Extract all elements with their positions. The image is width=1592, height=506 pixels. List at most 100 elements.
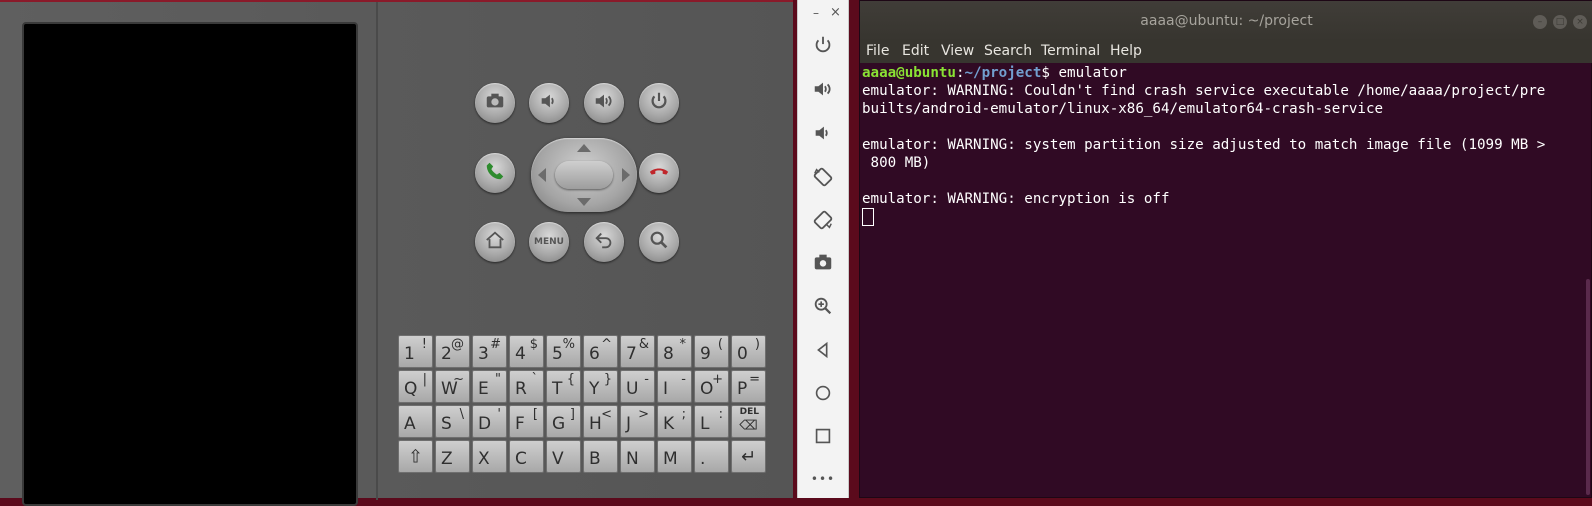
key-5[interactable]: 5% bbox=[546, 335, 581, 368]
key-label: I bbox=[663, 379, 669, 399]
key-l[interactable]: L: bbox=[694, 405, 729, 438]
key-d[interactable]: D ' bbox=[472, 405, 507, 438]
key-c[interactable]: C bbox=[509, 440, 544, 473]
key-label: 6 bbox=[589, 344, 600, 364]
key-1[interactable]: 1! bbox=[398, 335, 433, 368]
back-icon[interactable] bbox=[811, 338, 835, 362]
volume-down-icon[interactable] bbox=[811, 121, 835, 145]
home-icon[interactable] bbox=[811, 381, 835, 405]
key-k[interactable]: K; bbox=[657, 405, 692, 438]
key-label: A bbox=[404, 414, 416, 434]
rotate-right-icon[interactable] bbox=[811, 208, 835, 232]
minimize-icon[interactable]: – bbox=[1533, 15, 1547, 29]
dpad-up-icon[interactable] bbox=[577, 144, 591, 152]
key-n[interactable]: N bbox=[620, 440, 655, 473]
key-4[interactable]: 4 $ bbox=[509, 335, 544, 368]
back-button[interactable] bbox=[584, 222, 624, 262]
key-r[interactable]: R ` bbox=[509, 370, 544, 403]
menu-view[interactable]: View bbox=[941, 43, 974, 59]
enter-icon: ↵ bbox=[740, 446, 757, 467]
key-label: C bbox=[515, 449, 527, 469]
key-alt-label: ' bbox=[497, 407, 501, 422]
key-period[interactable]: . bbox=[694, 440, 729, 473]
terminal-titlebar[interactable]: aaaa@ubuntu: ~/project – □ × bbox=[860, 1, 1592, 41]
key-b[interactable]: B bbox=[583, 440, 618, 473]
maximize-icon[interactable]: □ bbox=[1553, 15, 1567, 29]
more-icon[interactable]: ••• bbox=[811, 467, 835, 491]
key-h[interactable]: H < bbox=[583, 405, 618, 438]
dpad[interactable] bbox=[531, 138, 637, 212]
dpad-center-button[interactable] bbox=[555, 161, 613, 189]
key-o[interactable]: O + bbox=[694, 370, 729, 403]
camera-button[interactable] bbox=[475, 83, 515, 123]
menu-file[interactable]: File bbox=[866, 43, 889, 59]
toolbar-minimize-button[interactable]: – bbox=[813, 6, 819, 20]
terminal-scrollbar[interactable] bbox=[1586, 279, 1590, 495]
key-alt-label: : bbox=[718, 407, 723, 422]
keyboard-row: Q | W ~ E " R ` T{Y} U - I - O + P = bbox=[398, 370, 770, 403]
key-w[interactable]: W ~ bbox=[435, 370, 470, 403]
dpad-down-icon[interactable] bbox=[577, 198, 591, 206]
rotate-left-icon[interactable] bbox=[811, 165, 835, 189]
key-y[interactable]: Y} bbox=[583, 370, 618, 403]
key-7[interactable]: 7 & bbox=[620, 335, 655, 368]
key-j[interactable]: J > bbox=[620, 405, 655, 438]
key-enter[interactable]: ↵ bbox=[731, 440, 766, 473]
key-v[interactable]: V bbox=[546, 440, 581, 473]
dpad-right-icon[interactable] bbox=[622, 168, 630, 182]
toolbar-close-button[interactable]: × bbox=[830, 5, 841, 20]
key-label: U bbox=[626, 379, 639, 399]
key-e[interactable]: E " bbox=[472, 370, 507, 403]
key-shift[interactable]: ⇧ bbox=[398, 440, 433, 473]
volume-up-icon[interactable] bbox=[811, 77, 835, 101]
dpad-left-icon[interactable] bbox=[538, 168, 546, 182]
home-button[interactable] bbox=[475, 222, 515, 262]
key-m[interactable]: M bbox=[657, 440, 692, 473]
key-t[interactable]: T{ bbox=[546, 370, 581, 403]
key-del[interactable]: DEL ⌫ bbox=[731, 405, 766, 438]
key-i[interactable]: I- bbox=[657, 370, 692, 403]
prompt-line: aaaa@ubuntu:~/project$ emulator bbox=[862, 65, 1127, 81]
power-button[interactable] bbox=[639, 83, 679, 123]
key-s[interactable]: S \ bbox=[435, 405, 470, 438]
end-call-button[interactable] bbox=[639, 153, 679, 193]
volume-up-button[interactable] bbox=[584, 83, 624, 123]
key-9[interactable]: 9( bbox=[694, 335, 729, 368]
overview-icon[interactable] bbox=[811, 424, 835, 448]
menu-search[interactable]: Search bbox=[984, 43, 1032, 59]
key-0[interactable]: 0) bbox=[731, 335, 766, 368]
screenshot-icon[interactable] bbox=[811, 250, 835, 274]
key-2[interactable]: 2 @ bbox=[435, 335, 470, 368]
emulator-screen[interactable] bbox=[22, 22, 358, 506]
key-label: G bbox=[552, 414, 566, 434]
close-icon[interactable]: × bbox=[1573, 15, 1587, 29]
key-alt-label: [ bbox=[532, 407, 538, 422]
key-u[interactable]: U- bbox=[620, 370, 655, 403]
key-z[interactable]: Z bbox=[435, 440, 470, 473]
menu-terminal[interactable]: Terminal bbox=[1041, 43, 1100, 59]
key-a[interactable]: A bbox=[398, 405, 433, 438]
key-6[interactable]: 6 ^ bbox=[583, 335, 618, 368]
key-8[interactable]: 8 * bbox=[657, 335, 692, 368]
key-g[interactable]: G] bbox=[546, 405, 581, 438]
key-3[interactable]: 3 # bbox=[472, 335, 507, 368]
power-icon[interactable] bbox=[811, 33, 835, 57]
key-label: 1 bbox=[404, 344, 415, 364]
key-x[interactable]: X bbox=[472, 440, 507, 473]
menu-button[interactable]: MENU bbox=[529, 222, 569, 262]
key-label: R bbox=[515, 379, 527, 399]
terminal-output[interactable]: aaaa@ubuntu:~/project$ emulator emulator… bbox=[862, 64, 1574, 228]
volume-down-button[interactable] bbox=[529, 83, 569, 123]
key-f[interactable]: F[ bbox=[509, 405, 544, 438]
call-button[interactable] bbox=[475, 153, 515, 193]
key-p[interactable]: P = bbox=[731, 370, 766, 403]
key-q[interactable]: Q | bbox=[398, 370, 433, 403]
search-button[interactable] bbox=[639, 222, 679, 262]
zoom-icon[interactable] bbox=[811, 294, 835, 318]
menu-label: MENU bbox=[534, 237, 564, 247]
key-alt-label: $ bbox=[529, 337, 538, 352]
key-alt-label: * bbox=[679, 337, 687, 352]
menu-help[interactable]: Help bbox=[1110, 43, 1142, 59]
menu-edit[interactable]: Edit bbox=[902, 43, 929, 59]
output-line: 800 MB) bbox=[862, 155, 931, 171]
